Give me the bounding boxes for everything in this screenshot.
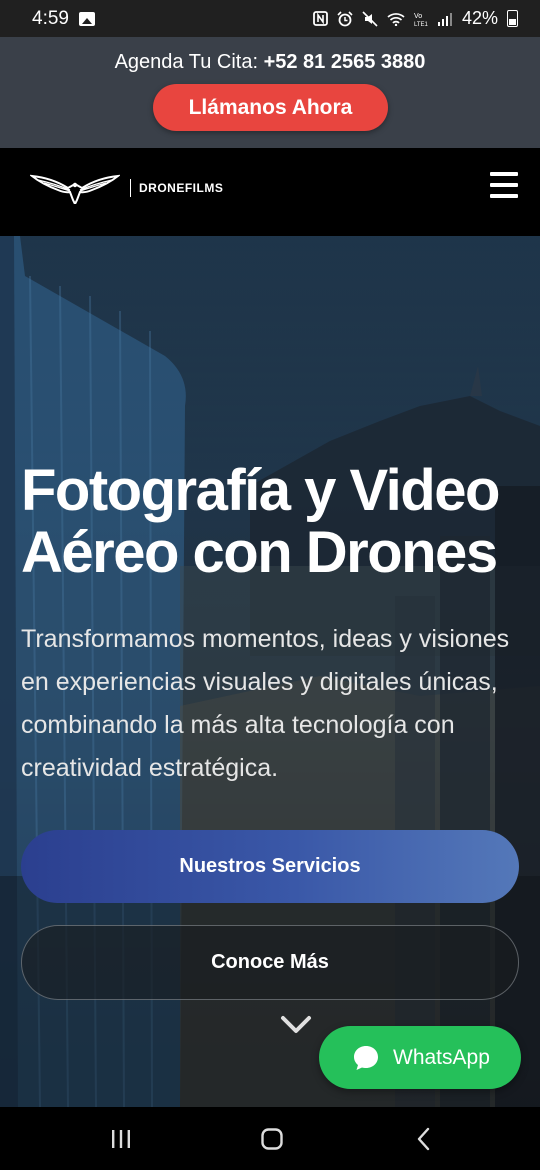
hamburger-icon[interactable]	[490, 172, 518, 198]
logo-text: DRONEFILMS	[139, 181, 224, 195]
appointment-line: Agenda Tu Cita: +52 81 2565 3880	[0, 51, 540, 74]
whatsapp-label: WhatsApp	[393, 1045, 490, 1069]
hero-title-line-1: Fotografía y Video	[21, 458, 500, 523]
system-navigation-bar	[0, 1107, 540, 1170]
hero-title-line-2: Aéreo con Drones	[21, 520, 498, 585]
alarm-icon	[337, 10, 353, 26]
hero-title: Fotografía y Video Aéreo con Drones	[21, 460, 521, 584]
wifi-icon	[387, 12, 405, 26]
logo-divider	[130, 179, 131, 197]
chevron-down-icon[interactable]	[280, 1015, 312, 1035]
appointment-banner: Agenda Tu Cita: +52 81 2565 3880 Llámano…	[0, 37, 540, 148]
gallery-icon	[78, 11, 95, 26]
chat-bubble-icon	[354, 1045, 378, 1070]
phone-number[interactable]: +52 81 2565 3880	[264, 51, 426, 73]
hero-description: Transformamos momentos, ideas y visiones…	[21, 625, 510, 782]
back-icon[interactable]	[410, 1125, 438, 1153]
status-bar: 4:59 Vo LTE1 42%	[0, 0, 540, 37]
services-button[interactable]: Nuestros Servicios	[21, 830, 519, 903]
logo[interactable]: DRONEFILMS	[30, 172, 223, 204]
recent-apps-icon[interactable]	[107, 1125, 135, 1153]
call-now-button[interactable]: Llámanos Ahora	[153, 84, 388, 131]
home-icon[interactable]	[258, 1125, 286, 1153]
battery-icon	[507, 10, 518, 27]
eagle-logo-icon	[30, 174, 120, 204]
learn-more-button[interactable]: Conoce Más	[21, 925, 519, 1000]
status-time: 4:59	[32, 7, 69, 29]
appointment-label: Agenda Tu Cita:	[114, 51, 259, 73]
signal-icon	[437, 12, 452, 26]
site-header: DRONEFILMS	[0, 148, 540, 236]
svg-text:Vo: Vo	[414, 13, 422, 20]
svg-text:LTE1: LTE1	[414, 22, 428, 27]
whatsapp-button[interactable]: WhatsApp	[319, 1026, 521, 1089]
battery-percent: 42%	[461, 8, 498, 28]
hero-section: Fotografía y Video Aéreo con Drones Tran…	[0, 236, 540, 1107]
mute-icon	[362, 10, 378, 27]
volte-icon: Vo LTE1	[414, 13, 428, 27]
nfc-icon	[313, 11, 328, 26]
